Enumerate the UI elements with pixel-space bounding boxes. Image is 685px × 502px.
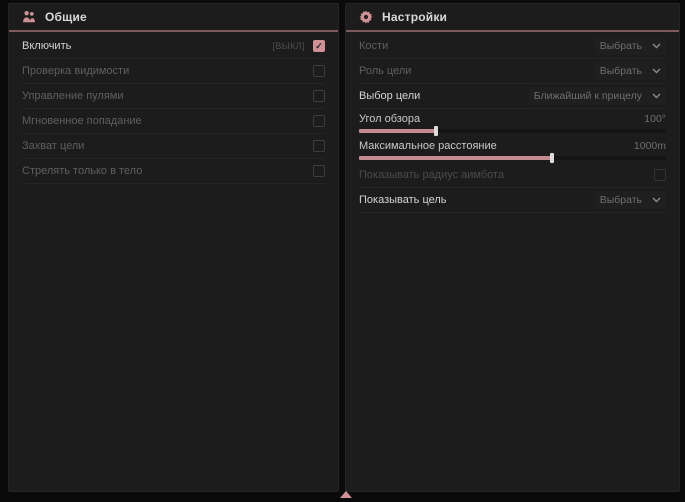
row-target-role: Роль цели Выбрать	[359, 59, 666, 84]
show-aimbot-radius-checkbox[interactable]: ✓	[654, 169, 666, 181]
chevron-down-icon	[652, 68, 661, 74]
row-enable-label: Включить	[22, 40, 71, 52]
fov-slider[interactable]	[359, 129, 666, 133]
show-target-select[interactable]: Выбрать	[595, 191, 666, 209]
general-panel-header: Общие	[9, 4, 338, 32]
body-only-checkbox[interactable]: ✓	[313, 165, 325, 177]
target-selection-select[interactable]: Ближайший к прицелу	[529, 87, 666, 105]
row-instant-hit[interactable]: Мгновенное попадание ✓	[22, 109, 325, 134]
settings-rows: Кости Выбрать Роль цели Выбрать Выбор це…	[346, 32, 679, 213]
checkmark-icon: ✓	[315, 42, 323, 51]
chevron-down-icon	[652, 93, 661, 99]
row-enable[interactable]: Включить [ВЫКЛ] ✓	[22, 34, 325, 59]
row-body-only[interactable]: Стрелять только в тело ✓	[22, 159, 325, 184]
bones-select[interactable]: Выбрать	[595, 37, 666, 55]
row-target-selection: Выбор цели Ближайший к прицелу	[359, 84, 666, 109]
fov-slider-fill	[359, 129, 436, 133]
row-fov: Угол обзора 100°	[359, 109, 666, 136]
gear-icon	[359, 10, 373, 24]
row-max-distance: Максимальное расстояние 1000m	[359, 136, 666, 163]
settings-panel-title: Настройки	[382, 10, 447, 24]
row-target-lock[interactable]: Захват цели ✓	[22, 134, 325, 159]
target-lock-checkbox[interactable]: ✓	[313, 140, 325, 152]
chevron-down-icon	[652, 197, 661, 203]
fov-slider-thumb[interactable]	[434, 126, 438, 136]
chevron-down-icon	[652, 43, 661, 49]
row-show-aimbot-radius[interactable]: Показывать радиус аимбота ✓	[359, 163, 666, 188]
row-bullet-control[interactable]: Управление пулями ✓	[22, 84, 325, 109]
fov-value: 100°	[644, 113, 666, 125]
users-icon	[22, 10, 36, 24]
general-panel-title: Общие	[45, 10, 87, 24]
general-rows: Включить [ВЫКЛ] ✓ Проверка видимости ✓ У…	[9, 32, 338, 184]
settings-panel: Настройки Кости Выбрать Роль цели Выбрат…	[345, 3, 680, 492]
visibility-check-checkbox[interactable]: ✓	[313, 65, 325, 77]
settings-panel-header: Настройки	[346, 4, 679, 32]
target-role-select[interactable]: Выбрать	[595, 62, 666, 80]
general-panel: Общие Включить [ВЫКЛ] ✓ Проверка видимос…	[8, 3, 339, 492]
max-distance-slider-fill	[359, 156, 552, 160]
instant-hit-checkbox[interactable]: ✓	[313, 115, 325, 127]
enable-checkbox[interactable]: ✓	[313, 40, 325, 52]
bullet-control-checkbox[interactable]: ✓	[313, 90, 325, 102]
max-distance-slider[interactable]	[359, 156, 666, 160]
max-distance-slider-thumb[interactable]	[550, 153, 554, 163]
row-bones: Кости Выбрать	[359, 34, 666, 59]
row-enable-state-hint: [ВЫКЛ]	[272, 41, 305, 51]
row-show-target: Показывать цель Выбрать	[359, 188, 666, 213]
max-distance-label: Максимальное расстояние	[359, 140, 497, 152]
scroll-up-indicator[interactable]	[340, 491, 352, 498]
row-visibility-check[interactable]: Проверка видимости ✓	[22, 59, 325, 84]
fov-label: Угол обзора	[359, 113, 420, 125]
max-distance-value: 1000m	[634, 140, 666, 152]
